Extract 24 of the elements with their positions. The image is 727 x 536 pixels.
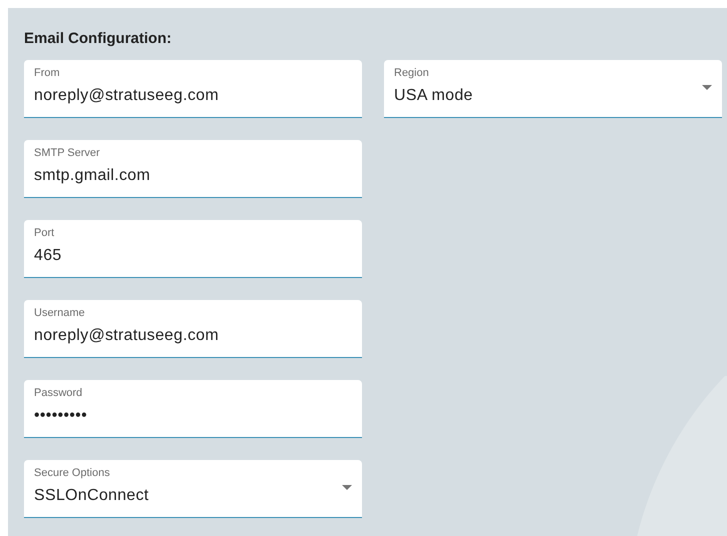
- field-label: Username: [34, 306, 86, 320]
- field-value: smtp.gmail.com: [34, 166, 150, 186]
- dropdown-caret-icon: [702, 85, 712, 90]
- field-label: SMTP Server: [34, 146, 101, 160]
- field-label: Port: [34, 226, 56, 240]
- input-field[interactable]: Port 465: [24, 220, 362, 278]
- field-label: Password: [34, 386, 84, 400]
- field-label: From: [34, 66, 61, 80]
- field-value: noreply@stratuseeg.com: [34, 86, 219, 106]
- field-value: 465: [34, 246, 62, 266]
- input-field[interactable]: From noreply@stratuseeg.com: [24, 60, 362, 118]
- select-field[interactable]: Region USA mode: [384, 60, 722, 118]
- field-label: Secure Options: [34, 466, 111, 480]
- field-value: USA mode: [394, 86, 473, 106]
- field-value: •••••••••: [34, 406, 88, 426]
- input-field[interactable]: SMTP Server smtp.gmail.com: [24, 140, 362, 198]
- field-value: SSLOnConnect: [34, 486, 149, 506]
- field-value: noreply@stratuseeg.com: [34, 326, 219, 346]
- field-label: Region: [394, 66, 430, 80]
- select-field[interactable]: Secure Options SSLOnConnect: [24, 460, 362, 518]
- dropdown-caret-icon: [342, 485, 352, 490]
- password-field[interactable]: Password •••••••••: [24, 380, 362, 438]
- input-field[interactable]: Username noreply@stratuseeg.com: [24, 300, 362, 358]
- section-title: Email Configuration:: [24, 30, 172, 48]
